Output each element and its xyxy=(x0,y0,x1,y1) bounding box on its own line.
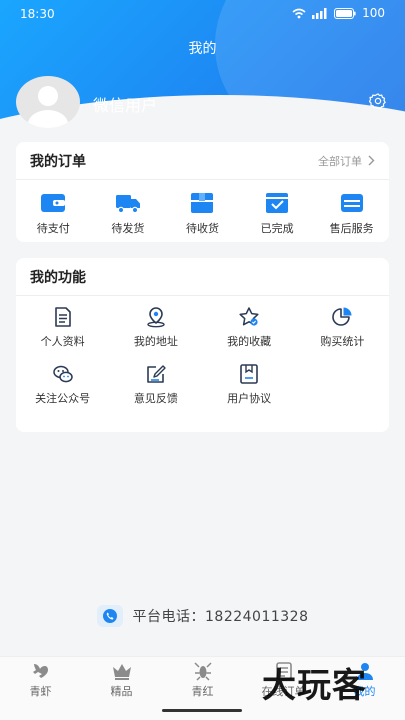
crown-icon xyxy=(112,664,131,680)
lobster-icon xyxy=(193,662,212,681)
func-address[interactable]: 我的地址 xyxy=(109,306,202,349)
agreement-icon xyxy=(240,364,258,384)
chevron-right-icon xyxy=(368,155,375,166)
func-profile[interactable]: 个人资料 xyxy=(16,306,109,349)
signal-icon xyxy=(312,7,327,19)
order-pending-shipment[interactable]: 待发货 xyxy=(93,192,163,236)
pie-chart-icon xyxy=(332,307,352,326)
order-after-sales[interactable]: 售后服务 xyxy=(317,192,387,236)
service-icon xyxy=(340,194,363,212)
battery-icon xyxy=(334,7,356,19)
edit-icon xyxy=(147,365,166,383)
check-box-icon xyxy=(266,193,289,213)
document-icon xyxy=(54,307,71,327)
location-icon xyxy=(147,307,165,328)
functions-title: 我的功能 xyxy=(30,269,86,286)
orders-header: 我的订单 全部订单 xyxy=(16,142,389,180)
wechat-icon xyxy=(52,365,73,383)
functions-header: 我的功能 xyxy=(16,258,389,296)
status-time: 18:30 xyxy=(20,7,55,21)
func-label: 关注公众号 xyxy=(35,392,91,405)
order-pending-payment[interactable]: 待支付 xyxy=(18,192,88,236)
status-bar: 18:30 100 xyxy=(0,0,405,28)
phone-text: 平台电话：18224011328 xyxy=(132,609,309,625)
truck-icon xyxy=(115,195,140,214)
func-agreement[interactable]: 用户协议 xyxy=(203,363,296,406)
wifi-icon xyxy=(292,8,306,18)
watermark-logo: 大玩客 xyxy=(262,666,367,706)
tab-label: 精品 xyxy=(110,685,133,698)
func-label: 个人资料 xyxy=(40,335,85,348)
orders-card: 我的订单 全部订单 待支付 待发货 待收货 已完成 售后服务 xyxy=(16,142,389,242)
all-orders-label: 全部订单 xyxy=(318,154,362,168)
order-pending-receipt[interactable]: 待收货 xyxy=(167,192,237,236)
tab-shrimp[interactable]: 青虾 xyxy=(6,661,76,699)
all-orders-link[interactable]: 全部订单 xyxy=(318,153,375,169)
order-label: 售后服务 xyxy=(329,222,374,235)
username[interactable]: 微信用户 xyxy=(93,92,157,116)
order-label: 已完成 xyxy=(260,222,294,235)
tab-premium[interactable]: 精品 xyxy=(87,661,157,699)
star-icon xyxy=(239,307,259,326)
platform-phone[interactable]: 平台电话：18224011328 xyxy=(0,605,405,627)
func-label: 购买统计 xyxy=(320,335,365,348)
battery-level: 100 xyxy=(362,6,385,20)
order-label: 待收货 xyxy=(185,222,219,235)
functions-card: 我的功能 个人资料 我的地址 我的收藏 购买统计 关注公众号 意见反馈 用户协议 xyxy=(16,258,389,432)
avatar[interactable] xyxy=(16,76,80,128)
phone-icon-chip xyxy=(96,605,123,627)
page-title: 我的 xyxy=(188,41,217,57)
func-favorites[interactable]: 我的收藏 xyxy=(203,306,296,349)
func-label: 我的地址 xyxy=(133,335,178,348)
gear-icon[interactable] xyxy=(369,92,387,110)
order-completed[interactable]: 已完成 xyxy=(242,192,312,236)
phone-icon xyxy=(102,609,117,623)
func-follow-account[interactable]: 关注公众号 xyxy=(16,363,109,406)
tab-crayfish[interactable]: 青红 xyxy=(168,661,238,699)
order-label: 待支付 xyxy=(36,222,70,235)
orders-title: 我的订单 xyxy=(30,153,86,170)
func-label: 用户协议 xyxy=(227,392,272,405)
func-label: 意见反馈 xyxy=(133,392,178,405)
user-placeholder-icon xyxy=(28,86,68,128)
func-statistics[interactable]: 购买统计 xyxy=(296,306,389,349)
shrimp-icon xyxy=(32,664,48,678)
func-feedback[interactable]: 意见反馈 xyxy=(109,363,202,406)
box-icon xyxy=(191,193,214,213)
wallet-icon xyxy=(41,194,66,212)
func-label: 我的收藏 xyxy=(227,335,272,348)
order-label: 待发货 xyxy=(111,222,145,235)
tab-label: 青红 xyxy=(191,685,214,698)
tab-label: 青虾 xyxy=(29,685,52,698)
home-indicator xyxy=(162,709,242,712)
